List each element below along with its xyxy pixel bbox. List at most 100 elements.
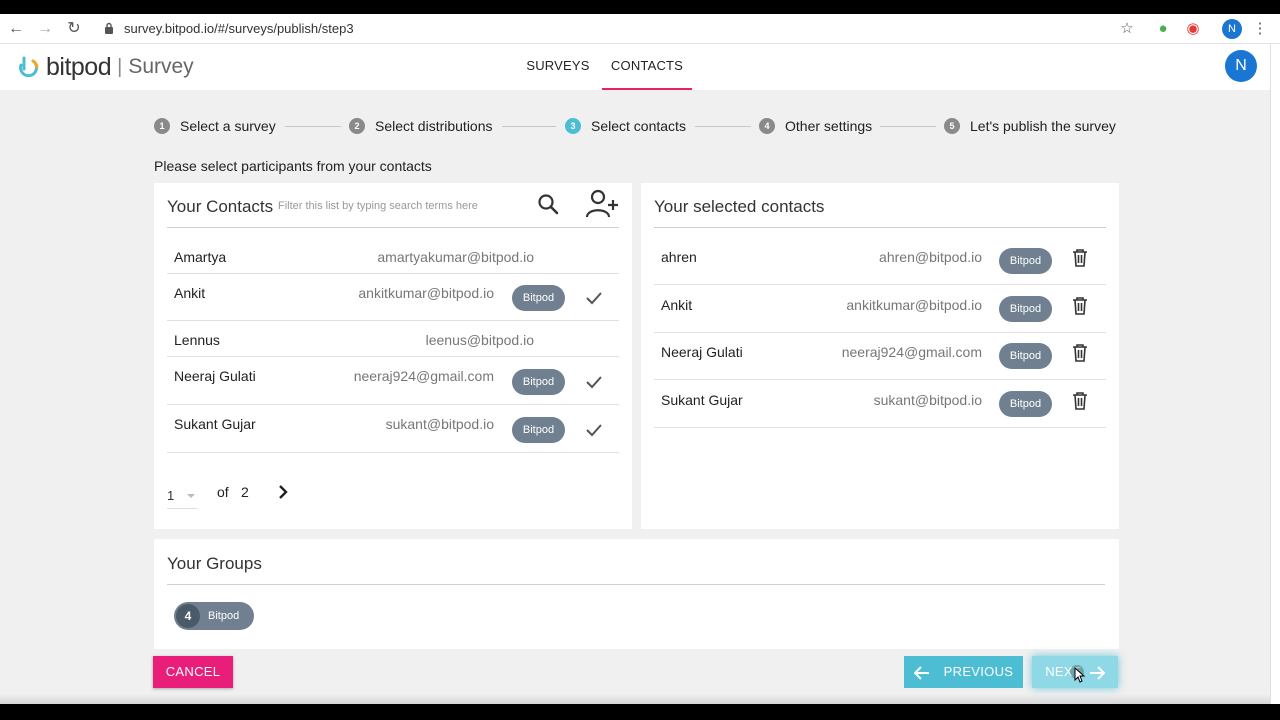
reload-icon[interactable]: ↻ [64, 19, 84, 39]
groups-title: Your Groups [167, 554, 262, 573]
app-header: bitpod | Survey SURVEYS CONTACTS N [0, 44, 1270, 90]
contact-email: ankitkumar@bitpod.io [846, 297, 982, 313]
contact-row[interactable]: Sukant Gujar sukant@bitpod.io Bitpod [167, 405, 619, 453]
step-number: 1 [154, 118, 170, 134]
chevron-down-icon [187, 494, 195, 498]
contact-row[interactable]: Amartya amartyakumar@bitpod.io [167, 239, 619, 274]
contact-row[interactable]: Ankit ankitkumar@bitpod.io Bitpod [167, 274, 619, 321]
check-icon[interactable] [585, 375, 603, 389]
tag-chip: Bitpod [999, 296, 1052, 322]
step-publish[interactable]: 5 Let's publish the survey [944, 114, 1116, 138]
address-bar[interactable]: survey.bitpod.io/#/surveys/publish/step3 [124, 21, 354, 36]
check-icon[interactable] [585, 291, 603, 305]
contacts-card: Your Contacts Filter this list by typing… [154, 183, 632, 529]
cancel-label: CANCEL [165, 664, 221, 679]
step-label: Select contacts [591, 118, 686, 134]
pagination: 1 of 2 [167, 483, 367, 509]
trash-icon[interactable] [1072, 297, 1088, 315]
contact-row[interactable]: Neeraj Gulati neeraj924@gmail.com Bitpod [167, 357, 619, 405]
step-number: 3 [565, 118, 581, 134]
tab-contacts[interactable]: CONTACTS [602, 44, 692, 90]
page-number: 1 [167, 488, 175, 503]
cancel-button[interactable]: CANCEL [153, 656, 233, 688]
previous-label: PREVIOUS [943, 664, 1014, 679]
contact-name: Sukant Gujar [661, 392, 743, 408]
back-icon[interactable]: ← [6, 19, 26, 39]
arrow-left-icon [913, 665, 929, 680]
contact-name: Lennus [174, 332, 220, 348]
contact-email: sukant@bitpod.io [385, 416, 494, 432]
selected-contacts-card: Your selected contacts ahren ahren@bitpo… [641, 183, 1119, 529]
extension-badge-icon[interactable]: ◉ [1183, 19, 1203, 39]
trash-icon[interactable] [1072, 249, 1088, 267]
add-person-icon[interactable] [584, 189, 620, 219]
browser-profile-avatar[interactable]: N [1222, 19, 1242, 39]
group-count: 4 [176, 604, 200, 628]
search-icon[interactable] [537, 193, 559, 215]
trash-icon[interactable] [1072, 392, 1088, 410]
contact-name: Ankit [661, 297, 693, 313]
group-chip[interactable]: 4 Bitpod [174, 602, 254, 630]
contact-name: Neeraj Gulati [174, 368, 256, 384]
arrow-right-icon [1089, 665, 1106, 680]
scrollbar[interactable] [1270, 44, 1280, 704]
contact-email: ankitkumar@bitpod.io [358, 285, 494, 301]
extension-icon[interactable]: ● [1153, 19, 1173, 39]
group-label: Bitpod [208, 610, 240, 622]
step-connector [880, 126, 936, 127]
page-of-label: of [217, 484, 229, 500]
selected-row: Neeraj Gulati neeraj924@gmail.com Bitpod [654, 332, 1106, 380]
contact-row[interactable]: Lennus leenus@bitpod.io [167, 321, 619, 357]
tag-chip: Bitpod [999, 391, 1052, 417]
user-avatar[interactable]: N [1225, 50, 1257, 82]
previous-button[interactable]: PREVIOUS [904, 656, 1023, 688]
bitpod-logo-icon [19, 56, 39, 78]
contact-name: Neeraj Gulati [661, 344, 743, 360]
contact-email: sukant@bitpod.io [873, 392, 982, 408]
trash-icon[interactable] [1072, 344, 1088, 362]
contact-name: ahren [661, 249, 697, 265]
step-select-survey[interactable]: 1 Select a survey [154, 114, 276, 138]
check-icon[interactable] [585, 423, 603, 437]
logo[interactable]: bitpod | Survey [18, 53, 194, 81]
selected-row: Ankit ankitkumar@bitpod.io Bitpod [654, 285, 1106, 333]
contact-email: ahren@bitpod.io [879, 249, 982, 265]
step-select-distributions[interactable]: 2 Select distributions [349, 114, 493, 138]
forward-icon[interactable]: → [35, 19, 55, 39]
chevron-right-icon[interactable] [275, 484, 291, 500]
selected-row: ahren ahren@bitpod.io Bitpod [654, 237, 1106, 285]
contact-email: amartyakumar@bitpod.io [377, 249, 534, 265]
tag-chip: Bitpod [512, 285, 565, 311]
stepper: 1 Select a survey 2 Select distributions… [154, 114, 1120, 138]
header-divider [654, 227, 1106, 228]
contact-name: Sukant Gujar [174, 416, 256, 432]
tab-surveys[interactable]: SURVEYS [522, 44, 594, 90]
page-total: 2 [241, 484, 249, 500]
step-select-contacts[interactable]: 3 Select contacts [565, 114, 686, 138]
header-divider [167, 584, 1105, 585]
browser-toolbar: ← → ↻ survey.bitpod.io/#/surveys/publish… [0, 14, 1280, 44]
tag-chip: Bitpod [512, 417, 565, 443]
lock-icon [105, 22, 113, 34]
selected-title: Your selected contacts [654, 197, 825, 216]
page-bottom-edge [0, 694, 1270, 704]
step-number: 2 [349, 118, 365, 134]
step-number: 4 [759, 118, 775, 134]
step-label: Let's publish the survey [970, 118, 1116, 134]
groups-card: Your Groups 4 Bitpod [154, 539, 1119, 649]
bookmark-star-icon[interactable]: ☆ [1117, 19, 1137, 39]
contact-name: Ankit [174, 285, 206, 301]
cursor-icon [1070, 665, 1086, 683]
step-label: Select a survey [180, 118, 276, 134]
step-connector [695, 126, 751, 127]
contact-email: neeraj924@gmail.com [841, 344, 982, 360]
step-other-settings[interactable]: 4 Other settings [759, 114, 872, 138]
step-label: Other settings [785, 118, 873, 134]
tag-chip: Bitpod [512, 369, 565, 395]
contacts-filter-input[interactable]: Filter this list by typing search terms … [278, 200, 478, 212]
tag-chip: Bitpod [999, 343, 1052, 369]
step-label: Select distributions [375, 118, 493, 134]
browser-menu-icon[interactable]: ⋮ [1250, 19, 1270, 39]
contact-email: neeraj924@gmail.com [353, 368, 494, 384]
tag-chip: Bitpod [999, 248, 1052, 274]
